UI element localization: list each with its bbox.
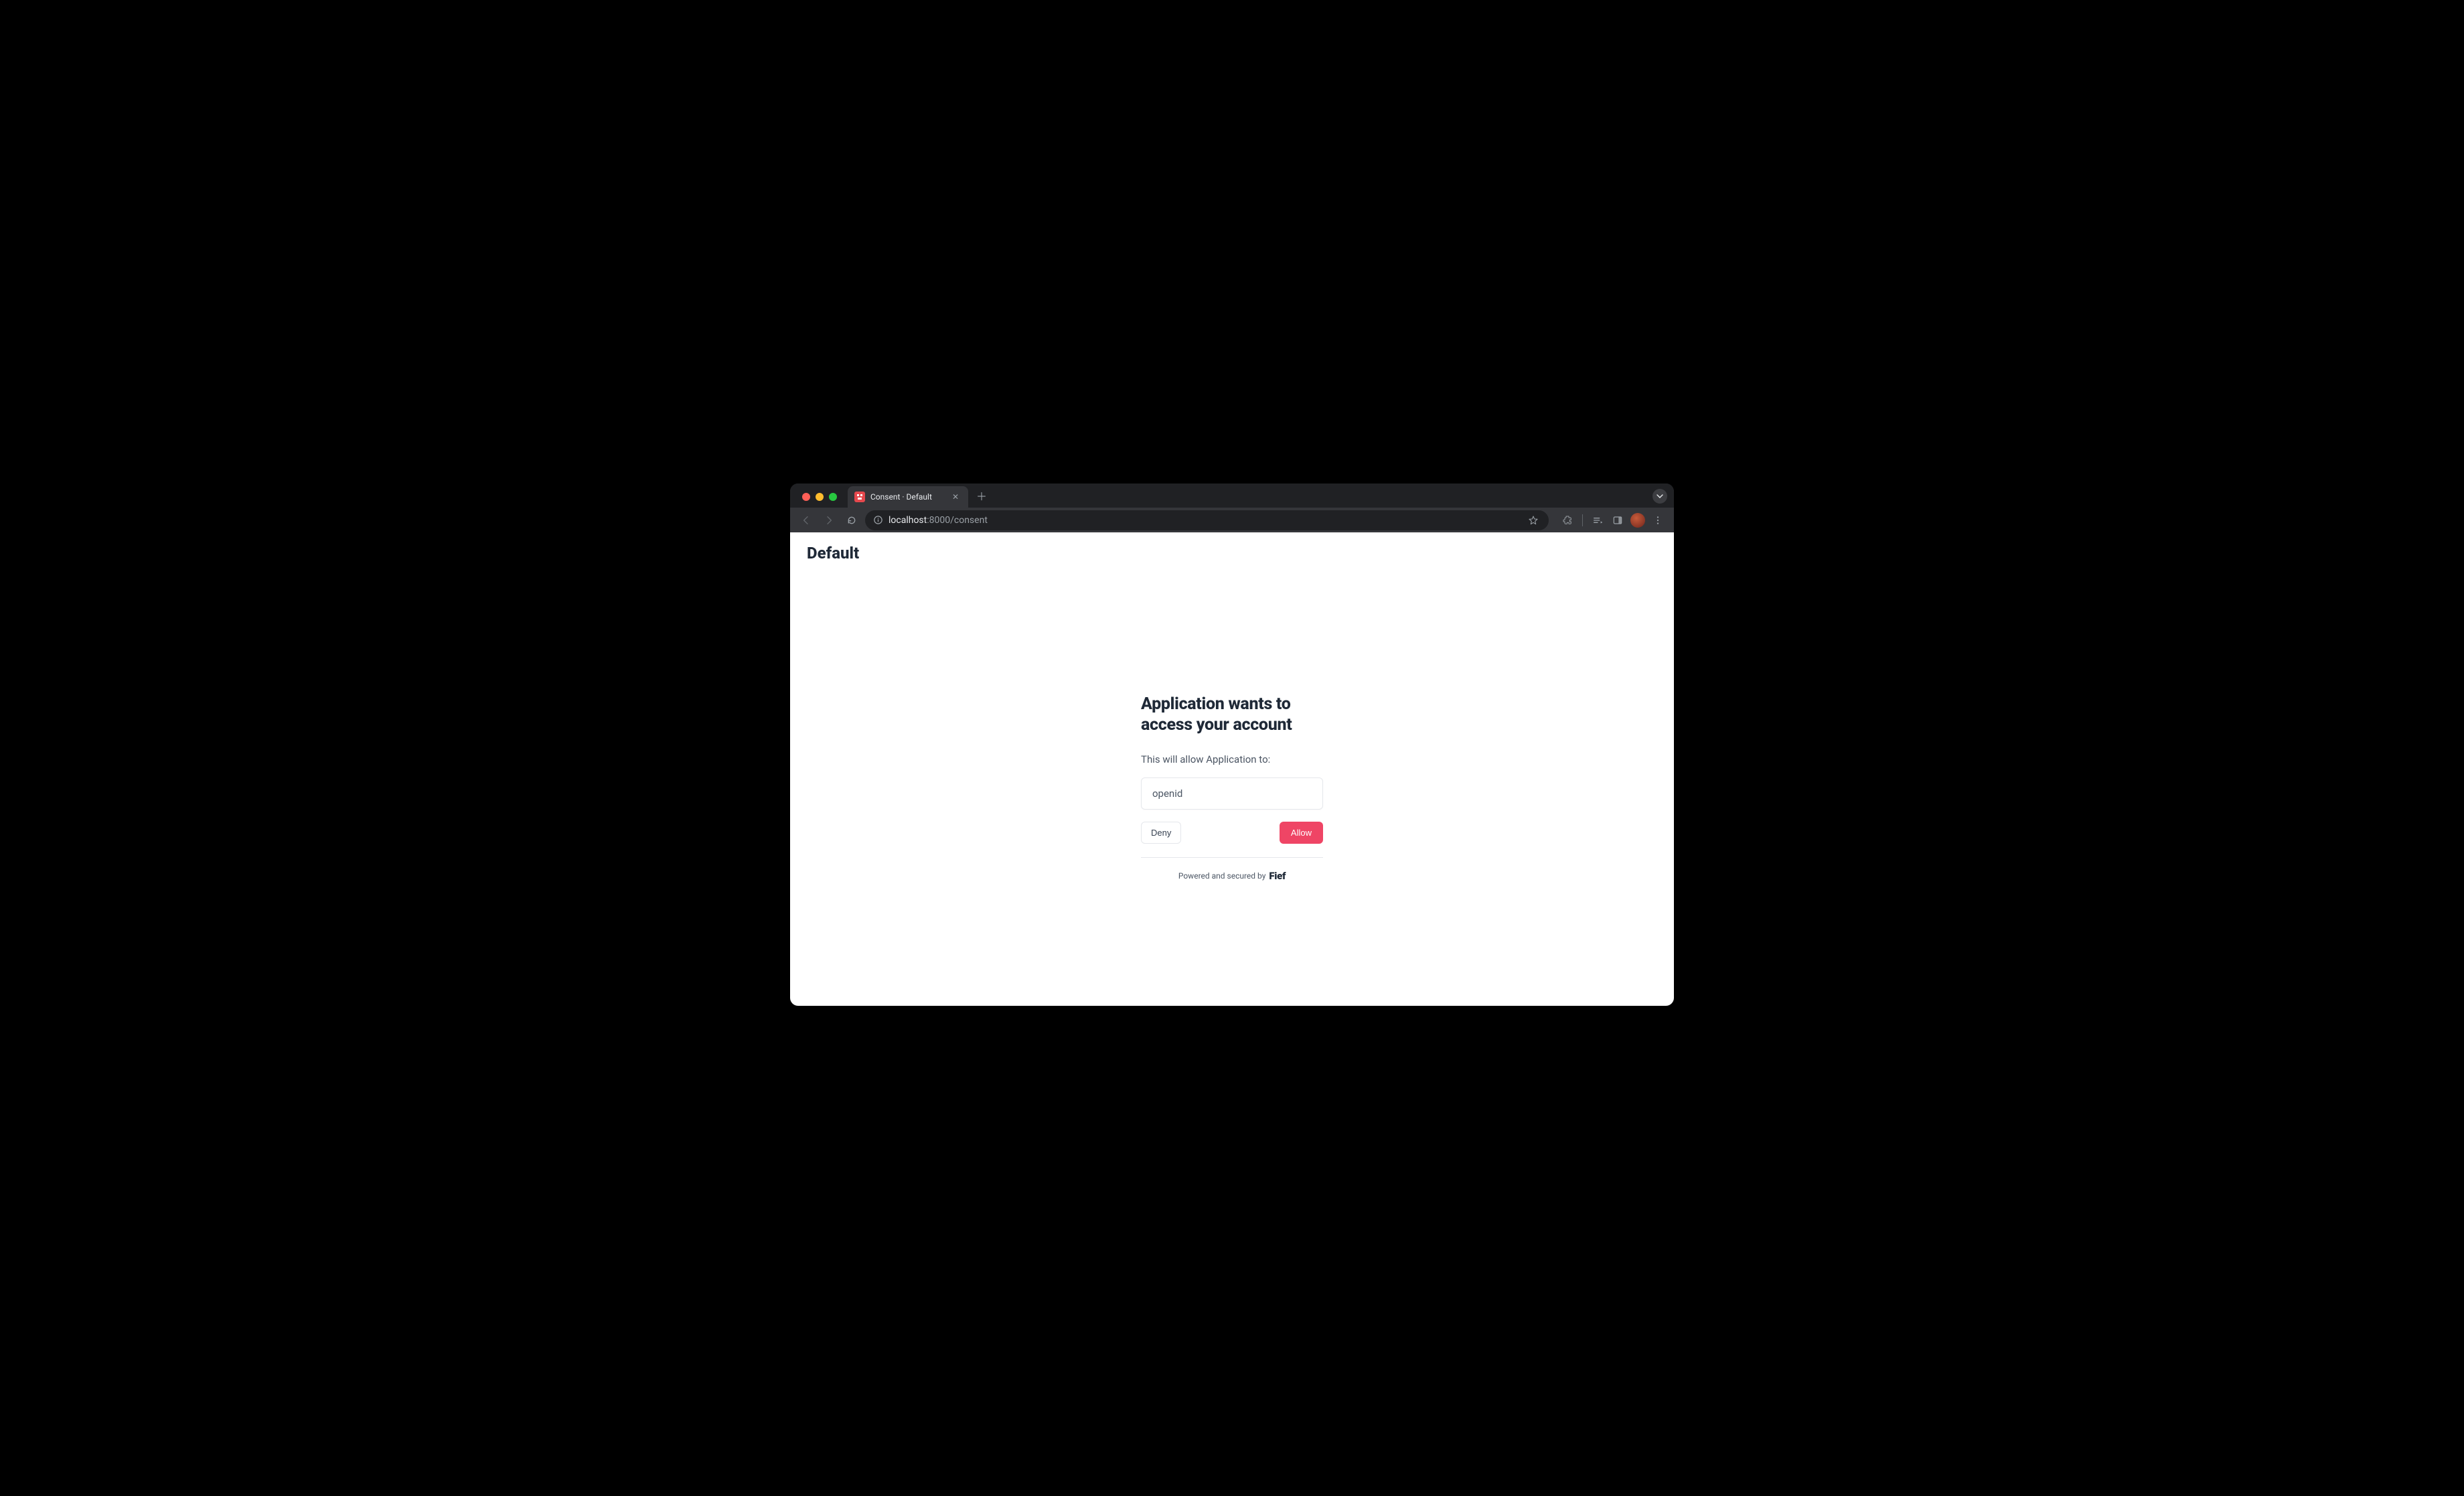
media-control-icon[interactable] — [1588, 511, 1607, 530]
tabs-overflow-button[interactable] — [1652, 489, 1667, 504]
browser-window: Consent · Default ✕ ＋ — [790, 483, 1674, 1006]
allow-button[interactable]: Allow — [1280, 822, 1323, 844]
page-viewport: Default Application wants to access your… — [790, 532, 1674, 1006]
kebab-menu-icon[interactable] — [1648, 511, 1667, 530]
consent-actions: Deny Allow — [1141, 822, 1323, 844]
browser-toolbar: localhost:8000/consent — [790, 508, 1674, 532]
scope-list: openid — [1141, 777, 1323, 810]
tab-favicon-icon — [854, 492, 865, 502]
nav-reload-button[interactable] — [842, 511, 861, 530]
url-host-text: localhost — [889, 515, 927, 526]
toolbar-actions — [1553, 511, 1667, 530]
url-host: localhost:8000/consent — [889, 515, 988, 526]
powered-by-text: Powered and secured by — [1178, 871, 1266, 881]
brand-logo: Fief — [1269, 870, 1286, 882]
tab-strip: Consent · Default ✕ ＋ — [790, 483, 1674, 508]
desktop-backdrop: Consent · Default ✕ ＋ — [763, 463, 1701, 1033]
new-tab-button[interactable]: ＋ — [968, 488, 994, 508]
tab-title: Consent · Default — [870, 492, 944, 502]
extensions-icon[interactable] — [1558, 511, 1577, 530]
address-bar[interactable]: localhost:8000/consent — [865, 510, 1549, 530]
browser-tab[interactable]: Consent · Default ✕ — [848, 486, 968, 508]
url-path-text: :8000/consent — [927, 515, 988, 526]
consent-card: Application wants to access your account… — [1141, 563, 1323, 882]
footer-divider — [1141, 857, 1323, 858]
window-close-button[interactable] — [802, 493, 810, 501]
avatar-icon — [1630, 513, 1645, 528]
window-minimize-button[interactable] — [816, 493, 824, 501]
powered-by: Powered and secured by Fief — [1141, 870, 1323, 882]
nav-forward-button[interactable] — [820, 511, 838, 530]
site-info-icon[interactable] — [873, 515, 883, 525]
tab-close-icon[interactable]: ✕ — [949, 491, 961, 503]
scope-item: openid — [1152, 788, 1312, 800]
window-controls — [797, 493, 844, 508]
toolbar-divider — [1582, 514, 1583, 526]
side-panel-icon[interactable] — [1608, 511, 1627, 530]
tenant-name: Default — [790, 532, 1674, 563]
profile-avatar[interactable] — [1628, 511, 1647, 530]
consent-subtext: This will allow Application to: — [1141, 753, 1323, 765]
window-zoom-button[interactable] — [829, 493, 837, 501]
nav-back-button[interactable] — [797, 511, 816, 530]
deny-button[interactable]: Deny — [1141, 822, 1181, 844]
consent-headline: Application wants to access your account — [1141, 694, 1323, 736]
bookmark-star-icon[interactable] — [1526, 513, 1541, 528]
